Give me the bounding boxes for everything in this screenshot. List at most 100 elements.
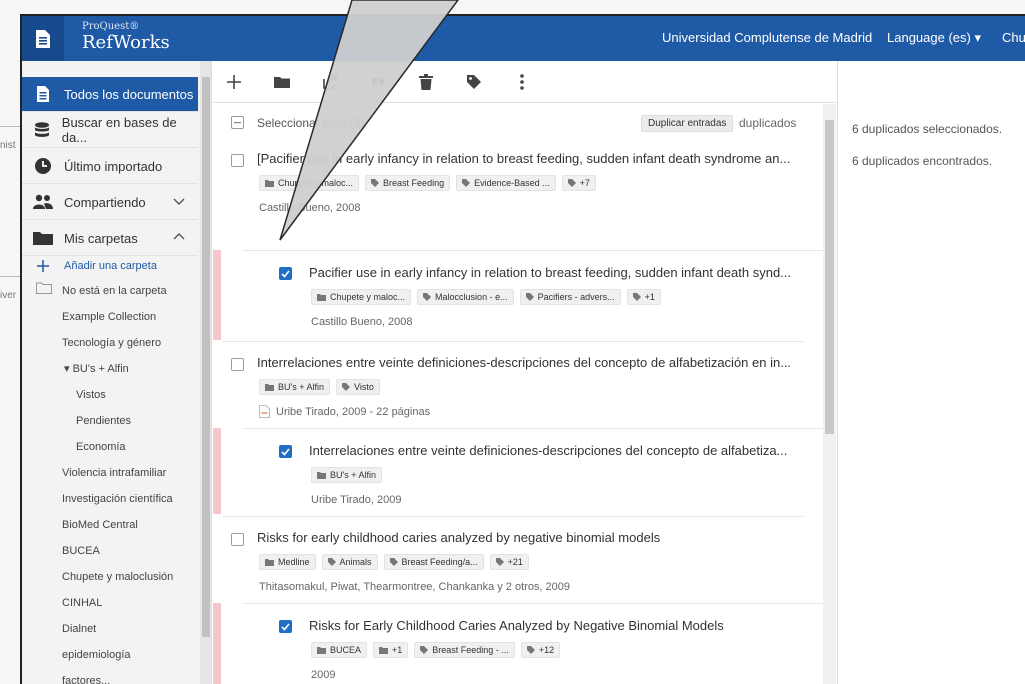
- keyword-tag[interactable]: Pacifiers - advers...: [519, 289, 621, 305]
- select-all-checkbox[interactable]: [231, 116, 244, 129]
- nav-last-imported[interactable]: Último importado: [22, 149, 198, 184]
- nav-search-databases[interactable]: Buscar en bases de da...: [22, 113, 198, 148]
- subfolder-item[interactable]: Vistos: [76, 385, 106, 405]
- folder-item[interactable]: BioMed Central: [62, 515, 138, 535]
- folder-tag[interactable]: Chupete y maloc...: [311, 289, 412, 305]
- sidebar-scrollbar-thumb[interactable]: [202, 77, 210, 637]
- folder-button[interactable]: [269, 69, 295, 95]
- record-checkbox[interactable]: [231, 358, 244, 371]
- tag-icon: [462, 179, 471, 187]
- folder-item[interactable]: Violencia intrafamiliar: [62, 463, 166, 483]
- more-tags[interactable]: +1: [626, 289, 661, 305]
- keyword-tag[interactable]: Breast Feeding/a...: [383, 554, 484, 570]
- folder-icon: [317, 646, 326, 654]
- chevron-up-icon[interactable]: [172, 230, 186, 247]
- more-vertical-icon: [520, 74, 524, 90]
- folder-tag[interactable]: Medline: [259, 554, 316, 570]
- delete-button[interactable]: [413, 69, 439, 95]
- app-logo[interactable]: [22, 16, 64, 61]
- list-item[interactable]: [Pacifier use in early infancy in relati…: [213, 140, 823, 228]
- folder-icon: [265, 558, 274, 566]
- refworks-window: ProQuest® RefWorks Universidad Compluten…: [20, 14, 1025, 684]
- folder-tag[interactable]: BU's + Alfin: [259, 379, 330, 395]
- more-tags[interactable]: +21: [489, 554, 529, 570]
- tag-button[interactable]: [461, 69, 487, 95]
- share-button[interactable]: [317, 69, 343, 95]
- keyword-tag[interactable]: Breast Feeding - ...: [414, 642, 515, 658]
- folder-icon: [265, 179, 274, 187]
- folder-item[interactable]: Chupete y maloclusión: [62, 567, 173, 587]
- folder-item[interactable]: epidemiología: [62, 645, 131, 665]
- record-title[interactable]: Interrelaciones entre veinte definicione…: [257, 355, 817, 370]
- tag-icon: [423, 293, 432, 301]
- record-checkbox[interactable]: [231, 533, 244, 546]
- list-item-duplicate[interactable]: Interrelaciones entre veinte definicione…: [213, 428, 823, 514]
- record-meta: Uribe Tirado, 2009: [311, 494, 402, 506]
- more-tags[interactable]: +12: [520, 642, 561, 658]
- nav-my-folders[interactable]: Mis carpetas: [22, 221, 198, 256]
- record-title[interactable]: Risks for early childhood caries analyze…: [257, 530, 817, 545]
- plus-icon: [22, 259, 64, 273]
- document-icon: [22, 85, 64, 103]
- folder-item-unfiled[interactable]: No está en la carpeta: [36, 281, 167, 301]
- list-scrollbar-thumb[interactable]: [825, 120, 834, 434]
- record-checkbox-checked[interactable]: [279, 620, 292, 633]
- pdf-file-icon[interactable]: [259, 405, 270, 418]
- chevron-down-icon[interactable]: [172, 194, 186, 211]
- list-item[interactable]: Risks for early childhood caries analyze…: [213, 516, 823, 604]
- tag-label: +21: [507, 557, 523, 567]
- keyword-tag[interactable]: Visto: [336, 379, 380, 395]
- folder-tag[interactable]: BUCEA: [311, 642, 368, 658]
- record-checkbox-checked[interactable]: [279, 445, 292, 458]
- tag-label: BU's + Alfin: [278, 382, 324, 392]
- keyword-tag[interactable]: Animals: [321, 554, 378, 570]
- record-title[interactable]: Pacifier use in early infancy in relatio…: [309, 265, 814, 280]
- folder-item[interactable]: factores...: [62, 671, 110, 684]
- duplicate-entries-button[interactable]: Duplicar entradas: [641, 115, 734, 132]
- list-item-duplicate[interactable]: Pacifier use in early infancy in relatio…: [213, 250, 823, 340]
- nav-all-documents[interactable]: Todos los documentos: [22, 77, 198, 112]
- user-menu[interactable]: Chu: [1002, 30, 1025, 45]
- add-button[interactable]: [221, 69, 247, 95]
- cite-button[interactable]: [365, 69, 391, 95]
- tag-label: Evidence-Based ...: [474, 178, 550, 188]
- refworks-brand[interactable]: RefWorks: [82, 32, 170, 53]
- record-checkbox[interactable]: [231, 154, 244, 167]
- empty-folder-icon: [36, 281, 62, 301]
- list-item[interactable]: Interrelaciones entre veinte definicione…: [213, 341, 823, 429]
- institution-name[interactable]: Universidad Complutense de Madrid: [662, 30, 872, 45]
- record-title[interactable]: Risks for Early Childhood Caries Analyze…: [309, 618, 814, 633]
- record-tags: BUCEA +1 Breast Feeding - ... +12: [311, 642, 561, 658]
- nav-sharing[interactable]: Compartiendo: [22, 185, 198, 220]
- keyword-tag[interactable]: Malocclusion - e...: [417, 289, 514, 305]
- language-selector[interactable]: Language (es) ▾: [887, 30, 981, 46]
- subfolder-item[interactable]: Pendientes: [76, 411, 131, 431]
- folder-item-expandable[interactable]: ▾ BU's + Alfin: [64, 359, 129, 379]
- tag-label: +12: [538, 645, 555, 655]
- record-title[interactable]: [Pacifier use in early infancy in relati…: [257, 151, 817, 166]
- folder-tag[interactable]: BU's + Alfin: [311, 467, 382, 483]
- record-tags: BU's + Alfin Visto: [259, 379, 380, 395]
- folder-tag[interactable]: Chupete y maloc...: [259, 175, 360, 191]
- folder-item[interactable]: Dialnet: [62, 619, 96, 639]
- record-title[interactable]: Interrelaciones entre veinte definicione…: [309, 443, 814, 458]
- check-icon: [281, 447, 290, 456]
- subfolder-item[interactable]: Economía: [76, 437, 126, 457]
- more-tags[interactable]: +7: [561, 175, 596, 191]
- list-item-duplicate[interactable]: Risks for Early Childhood Caries Analyze…: [213, 603, 823, 684]
- nav-label: Mis carpetas: [64, 230, 138, 246]
- folder-tag[interactable]: +1: [373, 642, 409, 658]
- record-meta-row: Uribe Tirado, 2009 - 22 páginas: [259, 405, 430, 418]
- keyword-tag[interactable]: Evidence-Based ...: [456, 175, 556, 191]
- folder-item[interactable]: Investigación científica: [62, 489, 173, 509]
- keyword-tag[interactable]: Breast Feeding: [365, 175, 451, 191]
- more-options-button[interactable]: [509, 69, 535, 95]
- folder-item[interactable]: BUCEA: [62, 541, 100, 561]
- folder-item[interactable]: CINHAL: [62, 593, 102, 613]
- select-all-row: Seleccionar todo (6) Duplicar entradas d…: [213, 104, 823, 140]
- add-folder-link[interactable]: Añadir una carpeta: [22, 255, 198, 277]
- tag-label: Pacifiers - advers...: [537, 292, 615, 302]
- record-checkbox-checked[interactable]: [279, 267, 292, 280]
- folder-item[interactable]: Tecnología y género: [62, 333, 161, 353]
- folder-item[interactable]: Example Collection: [62, 307, 156, 327]
